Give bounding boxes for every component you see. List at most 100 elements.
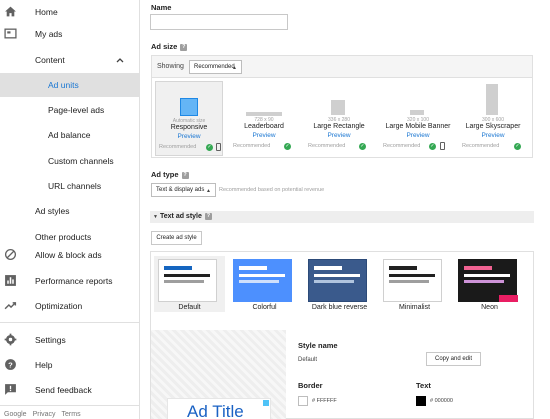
style-name: Minimalist xyxy=(398,304,431,311)
collapse-triangle-icon: ▼ xyxy=(153,214,158,220)
ad-size-label: Ad size? xyxy=(151,42,188,51)
size-preview-link[interactable]: Preview xyxy=(305,132,373,139)
sidebar-item-label: Content xyxy=(35,55,65,65)
adsense-new-ad-unit-screen: Home My ads Content Ad units Page-level … xyxy=(0,0,550,419)
sidebar-item-home[interactable]: Home xyxy=(0,0,139,24)
size-card-leaderboard[interactable]: 728 x 90 Leaderboard Preview Recommended… xyxy=(230,81,298,156)
text-ad-style-header[interactable]: ▼ Text ad style? xyxy=(150,211,534,223)
sidebar-item-ad-styles[interactable]: Ad styles xyxy=(0,199,139,223)
ad-size-label-text: Ad size xyxy=(151,42,178,51)
ad-unit-form: Name Ad size? Showing Recommended ▲ Auto… xyxy=(141,0,550,419)
sidebar-item-label: Allow & block ads xyxy=(35,250,102,260)
text-color-label: Text xyxy=(416,381,431,390)
sidebar-item-custom-channels[interactable]: Custom channels xyxy=(0,149,139,173)
sidebar-item-help[interactable]: ? Help xyxy=(0,353,139,377)
sidebar-item-label: Ad balance xyxy=(48,130,91,140)
chevron-up-icon xyxy=(116,58,124,63)
footer-google-link[interactable]: Google xyxy=(4,411,27,418)
border-color-swatch[interactable] xyxy=(298,396,308,406)
style-card-default[interactable]: Default xyxy=(154,256,225,312)
ad-style-panel: Default Colorful Dark blue reverse Minim… xyxy=(150,251,534,419)
size-card-large-rectangle[interactable]: 336 x 280 Large Rectangle Preview Recomm… xyxy=(305,81,373,156)
feedback-icon xyxy=(5,384,16,395)
text-ad-style-label: Text ad style? xyxy=(160,213,212,220)
style-text-bar xyxy=(164,274,210,277)
size-card-large-skyscraper[interactable]: 300 x 600 Large Skyscraper Preview Recom… xyxy=(459,81,527,156)
size-card-large-mobile-banner[interactable]: 320 x 100 Large Mobile Banner Preview Re… xyxy=(379,81,457,156)
style-detail-panel: Style name Default Copy and edit Border … xyxy=(296,330,531,419)
sidebar-item-label: Page-level ads xyxy=(48,105,105,115)
sidebar-item-label: URL channels xyxy=(48,181,102,191)
size-recommended: Recommended xyxy=(462,143,500,149)
style-card-dark-blue-reverse[interactable]: Dark blue reverse xyxy=(304,256,375,312)
help-icon[interactable]: ? xyxy=(204,213,212,220)
size-recommended: Recommended xyxy=(308,143,346,149)
check-icon: ✓ xyxy=(206,144,213,151)
size-preview-link[interactable]: Preview xyxy=(379,132,457,139)
sidebar-item-my-ads[interactable]: My ads xyxy=(0,22,139,46)
sidebar-item-performance-reports[interactable]: Performance reports xyxy=(0,269,139,293)
sidebar: Home My ads Content Ad units Page-level … xyxy=(0,0,140,419)
style-card-neon[interactable]: Neon xyxy=(454,256,525,312)
showing-select-value: Recommended xyxy=(194,64,235,70)
footer-privacy-link[interactable]: Privacy xyxy=(33,411,56,418)
style-card-colorful[interactable]: Colorful xyxy=(229,256,300,312)
sidebar-item-label: Home xyxy=(35,7,58,17)
sidebar-item-ad-balance[interactable]: Ad balance xyxy=(0,123,139,147)
sidebar-divider xyxy=(0,322,139,323)
sidebar-item-page-level-ads[interactable]: Page-level ads xyxy=(0,98,139,122)
sidebar-item-url-channels[interactable]: URL channels xyxy=(0,174,139,198)
size-thumbnail xyxy=(246,112,282,116)
footer-terms-link[interactable]: Terms xyxy=(62,411,81,418)
size-recommended: Recommended xyxy=(233,143,271,149)
style-name-value: Default xyxy=(298,357,318,363)
sidebar-item-settings[interactable]: Settings xyxy=(0,328,139,352)
name-input[interactable] xyxy=(150,14,288,30)
style-accent-bar xyxy=(499,295,518,302)
style-title-bar xyxy=(164,266,192,270)
sidebar-item-allow-block-ads[interactable]: Allow & block ads xyxy=(0,243,139,267)
size-thumbnail xyxy=(410,110,424,115)
style-text-bar xyxy=(314,274,360,277)
adchoices-icon xyxy=(263,400,269,406)
chevron-down-icon: ▲ xyxy=(206,188,211,194)
gear-icon xyxy=(4,333,17,346)
sidebar-item-ad-units[interactable]: Ad units xyxy=(0,73,139,97)
sidebar-item-optimization[interactable]: Optimization xyxy=(0,294,139,318)
style-thumbnail xyxy=(233,259,292,302)
size-preview-link[interactable]: Preview xyxy=(230,132,298,139)
border-hex[interactable]: # FFFFFF xyxy=(312,398,337,404)
copy-and-edit-button[interactable]: Copy and edit xyxy=(426,352,481,366)
style-card-minimalist[interactable]: Minimalist xyxy=(379,256,450,312)
ad-type-note: Recommended based on potential revenue xyxy=(219,187,325,193)
sidebar-item-label: Custom channels xyxy=(48,156,114,166)
size-card-responsive[interactable]: Automatic size Responsive Preview Recomm… xyxy=(155,81,223,156)
sidebar-footer-links: Google Privacy Terms xyxy=(4,411,81,418)
showing-select[interactable]: Recommended ▲ xyxy=(189,60,242,74)
size-recommended: Recommended xyxy=(383,143,421,149)
create-ad-style-button[interactable]: Create ad style xyxy=(151,231,202,245)
style-url-bar xyxy=(164,280,204,283)
showing-label: Showing xyxy=(157,63,184,70)
size-recommended: Recommended xyxy=(159,144,197,150)
help-icon[interactable]: ? xyxy=(181,172,189,179)
border-label: Border xyxy=(298,381,323,390)
style-thumbnail xyxy=(308,259,367,302)
sidebar-item-send-feedback[interactable]: Send feedback xyxy=(0,378,139,402)
home-icon xyxy=(5,6,16,17)
my-ads-icon xyxy=(4,28,17,39)
mobile-icon xyxy=(440,142,445,150)
style-text-bar xyxy=(464,274,510,277)
size-preview-link[interactable]: Preview xyxy=(156,133,222,140)
style-title-bar xyxy=(464,266,492,270)
help-icon[interactable]: ? xyxy=(180,44,188,51)
sidebar-item-content[interactable]: Content xyxy=(0,48,139,72)
ad-preview-pane: Ad Title xyxy=(151,330,286,419)
text-hex[interactable]: # 000000 xyxy=(430,398,453,404)
style-text-bar xyxy=(239,274,285,277)
text-color-swatch[interactable] xyxy=(416,396,426,406)
ad-type-select[interactable]: Text & display ads ▲ xyxy=(151,183,216,197)
ad-type-label: Ad type? xyxy=(151,170,189,179)
size-preview-link[interactable]: Preview xyxy=(459,132,527,139)
ad-size-panel: Showing Recommended ▲ Automatic size Res… xyxy=(151,55,533,158)
